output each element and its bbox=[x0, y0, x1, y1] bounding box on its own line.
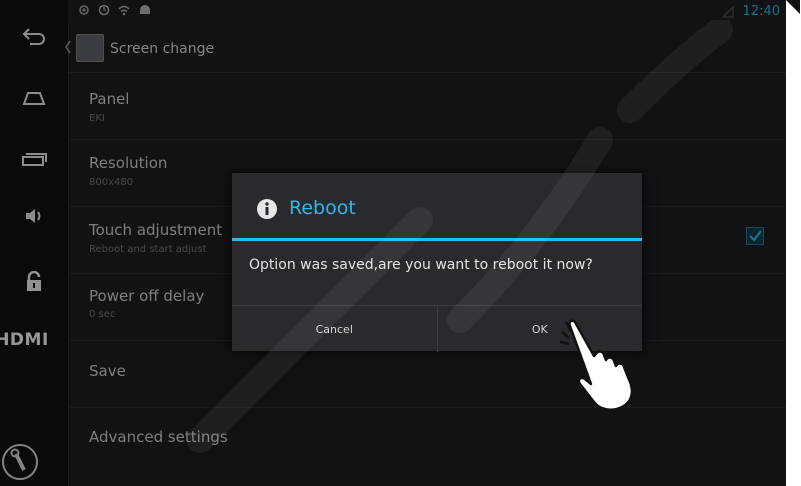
info-icon bbox=[257, 199, 277, 219]
cancel-button[interactable]: Cancel bbox=[232, 306, 437, 352]
dialog-header: Reboot bbox=[232, 173, 642, 241]
android-screen: HDMI 12:40 Screen change Panel EKI Resol… bbox=[0, 0, 786, 486]
dialog-title-divider bbox=[232, 238, 642, 241]
hand-pointer-icon bbox=[560, 319, 634, 411]
dialog-title: Reboot bbox=[289, 197, 356, 219]
edge-mark bbox=[786, 0, 801, 486]
dialog-message: Option was saved,are you want to reboot … bbox=[249, 257, 593, 273]
